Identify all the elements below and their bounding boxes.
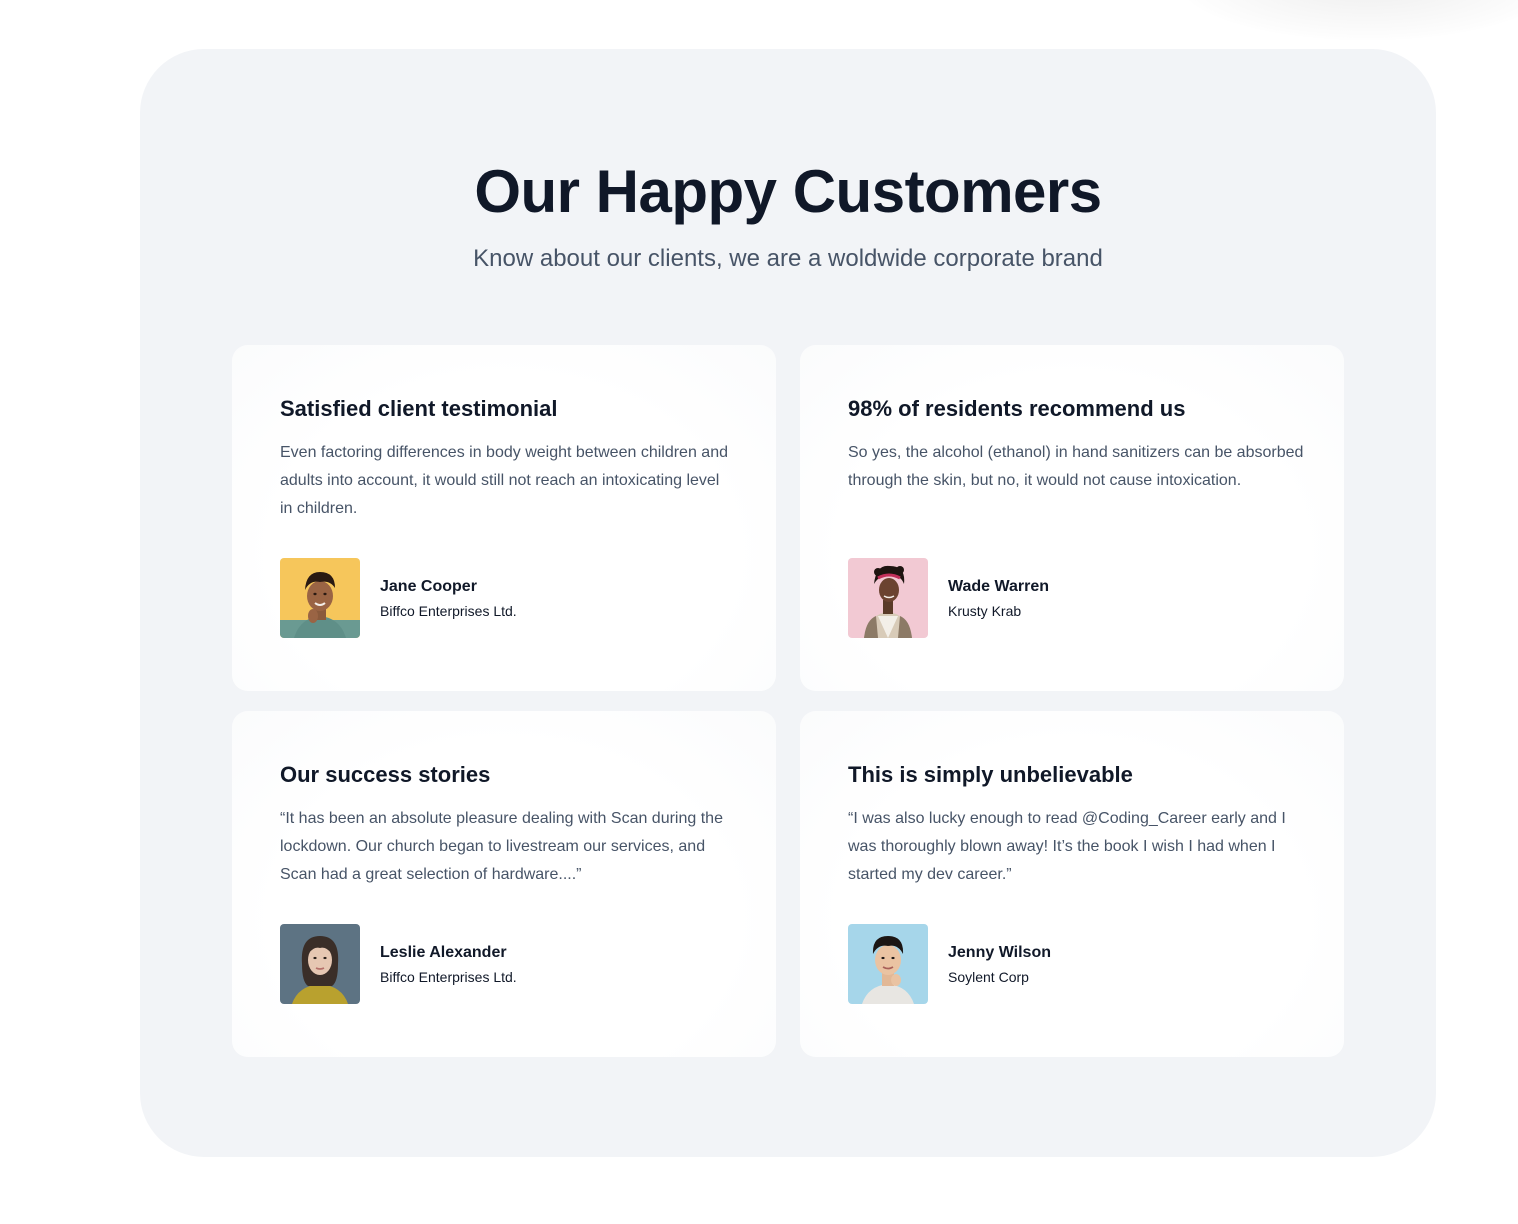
author-name: Wade Warren — [948, 578, 1050, 595]
testimonial-quote: “I was also lucky enough to read @Coding… — [848, 810, 1286, 883]
avatar — [848, 558, 928, 638]
author-company: Biffco Enterprises Ltd. — [380, 603, 517, 619]
person-photo-icon — [848, 558, 928, 638]
author-info: Jane Cooper Biffco Enterprises Ltd. — [380, 575, 517, 621]
author-name: Jenny Wilson — [948, 944, 1051, 961]
author-company: Biffco Enterprises Ltd. — [380, 969, 517, 985]
author-company: Soylent Corp — [948, 969, 1029, 985]
testimonial-author: Leslie Alexander Biffco Enterprises Ltd. — [280, 924, 517, 1004]
testimonial-title: 98% of residents recommend us — [848, 396, 1186, 421]
avatar — [280, 924, 360, 1004]
testimonial-title: Our success stories — [280, 762, 491, 787]
testimonial-author: Jane Cooper Biffco Enterprises Ltd. — [280, 558, 517, 638]
author-name: Leslie Alexander — [380, 944, 507, 961]
testimonial-grid: Satisfied client testimonial Even factor… — [232, 345, 1344, 1057]
testimonial-title: Satisfied client testimonial — [280, 396, 558, 421]
testimonial-quote: So yes, the alcohol (ethanol) in hand sa… — [848, 444, 1304, 489]
page-title: Our Happy Customers — [474, 158, 1102, 225]
testimonial-card: Our success stories “It has been an abso… — [232, 711, 776, 1057]
testimonial-quote: Even factoring differences in body weigh… — [280, 444, 728, 517]
testimonial-author: Wade Warren Krusty Krab — [848, 558, 1049, 638]
avatar — [280, 558, 360, 638]
testimonial-author: Jenny Wilson Soylent Corp — [848, 924, 1051, 1004]
person-photo-icon — [280, 558, 360, 638]
person-photo-icon — [848, 924, 928, 1004]
author-info: Jenny Wilson Soylent Corp — [948, 941, 1051, 987]
author-name: Jane Cooper — [380, 578, 477, 595]
author-company: Krusty Krab — [948, 603, 1022, 619]
testimonial-card: Satisfied client testimonial Even factor… — [232, 345, 776, 691]
testimonial-card: 98% of residents recommend us So yes, th… — [800, 345, 1344, 691]
testimonial-title: This is simply unbelievable — [848, 762, 1133, 787]
avatar — [848, 924, 928, 1004]
person-photo-icon — [280, 924, 360, 1004]
author-info: Leslie Alexander Biffco Enterprises Ltd. — [380, 941, 517, 987]
corner-shadow — [1178, 0, 1518, 40]
testimonial-card: This is simply unbelievable “I was also … — [800, 711, 1344, 1057]
page-subtitle: Know about our clients, we are a woldwid… — [473, 245, 1103, 272]
testimonials-section: Our Happy Customers Know about our clien… — [140, 49, 1436, 1157]
testimonial-quote: “It has been an absolute pleasure dealin… — [280, 810, 723, 883]
author-info: Wade Warren Krusty Krab — [948, 575, 1049, 621]
